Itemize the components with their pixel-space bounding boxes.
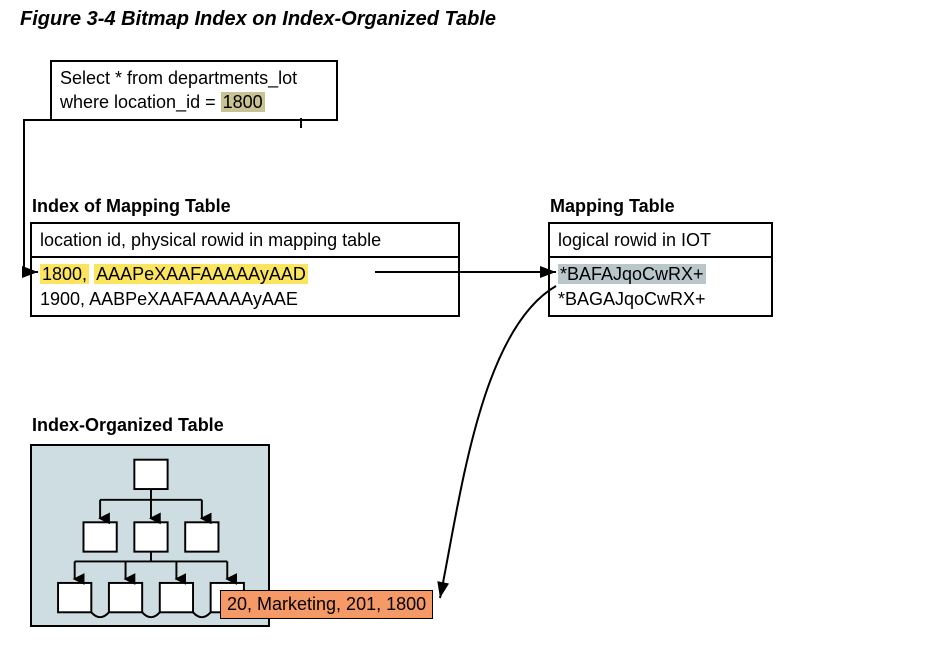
index-mapping-heading: Index of Mapping Table xyxy=(32,196,231,217)
sql-line2: where location_id = 1800 xyxy=(60,90,328,114)
iot-row-callout: 20, Marketing, 201, 1800 xyxy=(220,590,433,619)
idx-row0-rowid: AAAPeXAAFAAAAAyAAD xyxy=(94,264,308,284)
mapping-table-subheading: logical rowid in IOT xyxy=(550,224,771,258)
iot-heading: Index-Organized Table xyxy=(32,415,224,436)
sql-highlight-1800: 1800 xyxy=(221,92,265,112)
map-row0-hl: *BAFAJqoCwRX+ xyxy=(558,264,706,284)
mapping-table-box: logical rowid in IOT *BAFAJqoCwRX+ *BAGA… xyxy=(548,222,773,317)
index-row-0: 1800, AAAPeXAAFAAAAAyAAD xyxy=(40,262,450,286)
index-mapping-box: location id, physical rowid in mapping t… xyxy=(30,222,460,317)
map-row1: *BAGAJqoCwRX+ xyxy=(558,289,706,309)
mapping-row-0: *BAFAJqoCwRX+ xyxy=(558,262,763,286)
sql-line1: Select * from departments_lot xyxy=(60,66,328,90)
idx-row1-rowid: AABPeXAAFAAAAAyAAE xyxy=(89,289,298,309)
idx-row1-key: 1900, xyxy=(40,289,85,309)
mapping-table-heading: Mapping Table xyxy=(550,196,675,217)
mapping-row-1: *BAGAJqoCwRX+ xyxy=(558,287,763,311)
index-mapping-subheading: location id, physical rowid in mapping t… xyxy=(32,224,458,258)
sql-query-box: Select * from departments_lot where loca… xyxy=(50,60,338,121)
idx-row0-key: 1800, xyxy=(40,264,89,284)
index-row-1: 1900, AABPeXAAFAAAAAyAAE xyxy=(40,287,450,311)
sql-line2-prefix: where location_id = xyxy=(60,92,221,112)
figure-title: Figure 3-4 Bitmap Index on Index-Organiz… xyxy=(20,8,496,31)
